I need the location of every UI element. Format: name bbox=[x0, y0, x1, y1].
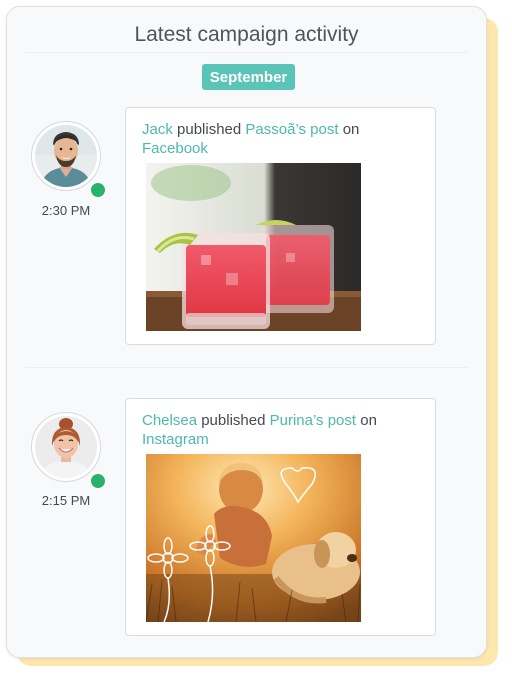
online-status-dot bbox=[89, 181, 107, 199]
post-image[interactable] bbox=[146, 163, 361, 331]
post-link[interactable]: Passoã’s post bbox=[245, 121, 338, 138]
card-title: Latest campaign activity bbox=[134, 23, 359, 46]
avatar-photo bbox=[35, 416, 97, 478]
header-divider bbox=[25, 52, 468, 53]
platform-link[interactable]: Facebook bbox=[142, 140, 208, 157]
avatar-photo bbox=[35, 125, 97, 187]
post-card: Chelsea published Purina’s post on Insta… bbox=[125, 398, 436, 636]
activity-time: 2:15 PM bbox=[41, 493, 91, 508]
post-card: Jack published Passoã’s post on Facebook bbox=[125, 107, 436, 345]
online-status-dot bbox=[89, 472, 107, 490]
user-link[interactable]: Jack bbox=[142, 121, 173, 138]
activity-divider bbox=[25, 367, 468, 368]
platform-link[interactable]: Instagram bbox=[142, 431, 209, 448]
action-text: published bbox=[201, 412, 266, 429]
activity-time: 2:30 PM bbox=[41, 203, 91, 218]
action-text: published bbox=[177, 121, 242, 138]
post-image[interactable] bbox=[146, 454, 361, 622]
month-badge: September bbox=[202, 64, 295, 90]
post-link[interactable]: Purina’s post bbox=[270, 412, 356, 429]
campaign-activity-card: Latest campaign activity September 2:30 … bbox=[6, 6, 487, 658]
user-link[interactable]: Chelsea bbox=[142, 412, 197, 429]
activity-description: Jack published Passoã’s post on Facebook bbox=[142, 120, 412, 158]
avatar-jack[interactable] bbox=[31, 121, 101, 191]
preposition-text: on bbox=[342, 121, 360, 138]
preposition-text: on bbox=[360, 412, 377, 429]
activity-description: Chelsea published Purina’s post on Insta… bbox=[142, 411, 412, 449]
avatar-chelsea[interactable] bbox=[31, 412, 101, 482]
